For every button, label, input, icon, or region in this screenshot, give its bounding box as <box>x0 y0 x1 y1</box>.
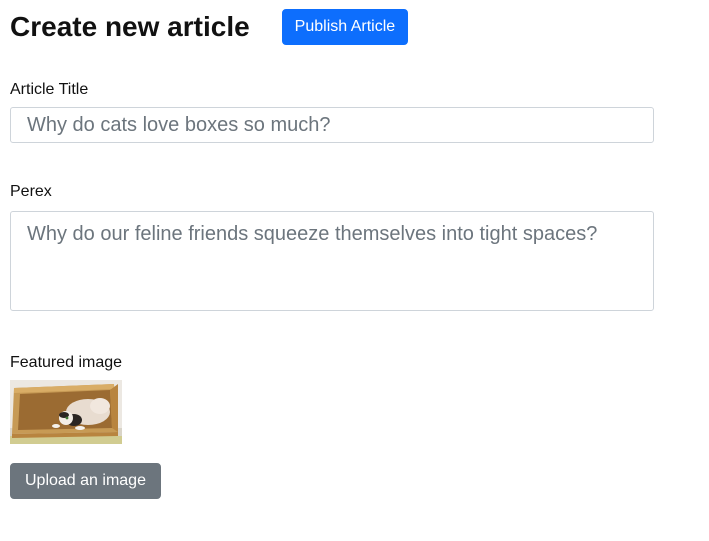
page-header: Create new article Publish Article <box>10 9 409 45</box>
article-title-label: Article Title <box>10 81 89 98</box>
featured-image-thumbnail <box>10 380 122 444</box>
cat-in-box-picture <box>10 380 122 444</box>
publish-article-button[interactable]: Publish Article <box>281 9 409 45</box>
article-title-input[interactable] <box>10 107 654 143</box>
perex-textarea[interactable] <box>10 211 654 311</box>
page-title: Create new article <box>10 11 250 42</box>
featured-image-label: Featured image <box>10 354 123 371</box>
upload-image-button[interactable]: Upload an image <box>10 463 161 499</box>
perex-label: Perex <box>10 183 52 200</box>
create-article-page: Create new article Publish Article Artic… <box>0 0 709 541</box>
